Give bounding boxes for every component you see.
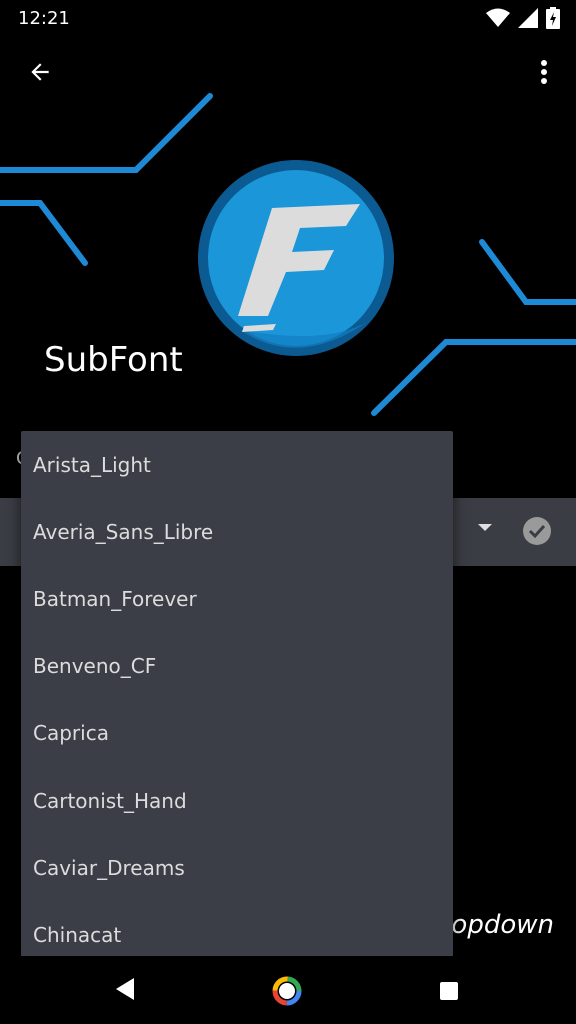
circuit-line <box>0 93 213 173</box>
nav-home-icon[interactable] <box>272 976 302 1006</box>
circuit-line <box>479 239 576 305</box>
toolbar <box>0 44 576 100</box>
header-artwork <box>0 93 576 416</box>
back-button[interactable] <box>22 54 58 90</box>
dropdown-item[interactable]: Arista_Light <box>21 431 453 498</box>
dropdown-item[interactable]: Averia_Sans_Libre <box>21 498 453 565</box>
battery-charging-icon <box>546 7 560 29</box>
status-icons <box>486 7 560 29</box>
dropdown-arrow-icon <box>478 524 492 531</box>
app-logo <box>198 160 394 356</box>
nav-recents-icon[interactable] <box>440 982 458 1000</box>
signal-icon <box>518 8 538 28</box>
dropdown-item[interactable]: Cartonist_Hand <box>21 767 453 834</box>
overflow-menu-button[interactable] <box>526 54 562 90</box>
status-time: 12:21 <box>18 7 70 29</box>
status-bar: 12:21 <box>0 0 576 36</box>
dropdown-item[interactable]: Chinacat <box>21 901 453 957</box>
app-title: SubFont <box>44 340 183 380</box>
more-vert-icon <box>541 60 547 84</box>
dropdown-item[interactable]: Benveno_CF <box>21 633 453 700</box>
wifi-icon <box>486 8 510 27</box>
check-circle-icon[interactable] <box>522 516 552 546</box>
nav-back-icon[interactable] <box>116 978 136 1000</box>
circuit-line <box>371 339 576 416</box>
navigation-bar <box>0 956 576 1024</box>
font-dropdown-list: Arista_Light Averia_Sans_Libre Batman_Fo… <box>21 431 453 957</box>
arrow-back-icon <box>31 63 49 81</box>
dropdown-item[interactable]: Batman_Forever <box>21 565 453 632</box>
dropdown-item[interactable]: Caviar_Dreams <box>21 834 453 901</box>
circuit-line <box>0 200 88 266</box>
hint-text: ropdown <box>440 910 554 940</box>
dropdown-item[interactable]: Caprica <box>21 700 453 767</box>
